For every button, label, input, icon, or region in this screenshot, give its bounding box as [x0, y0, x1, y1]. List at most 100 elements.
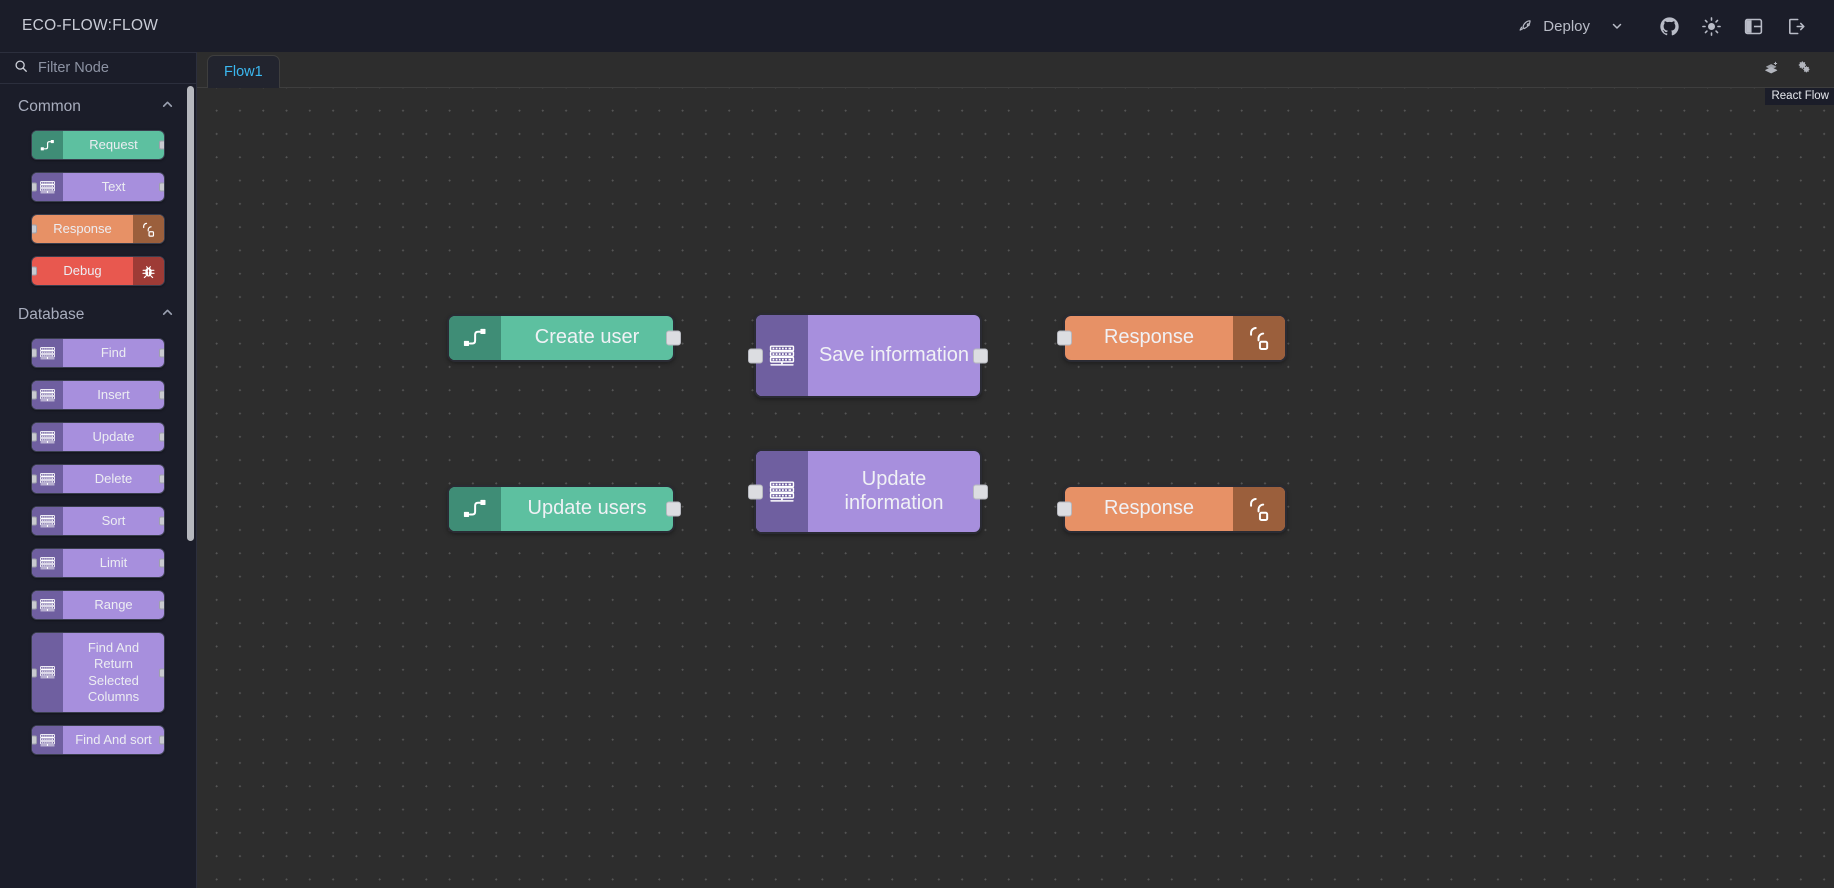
body-split: Common Request Text Response Debug Database Fi…	[0, 52, 1834, 888]
response-icon	[1233, 487, 1285, 531]
flow-settings-button[interactable]	[1790, 58, 1820, 84]
palette-node-label: Text	[101, 178, 126, 194]
rocket-icon	[1518, 18, 1535, 35]
flow-node-create-user[interactable]: Create user	[447, 314, 681, 362]
palette-node-item[interactable]: Delete	[0, 458, 196, 500]
palette-node-item[interactable]: Limit	[0, 542, 196, 584]
node-output-handle[interactable]	[159, 558, 164, 568]
palette-node-find[interactable]: Find	[31, 338, 165, 368]
palette-node-debug[interactable]: Debug	[31, 256, 165, 286]
palette-node-label: Update	[92, 428, 135, 444]
node-output-handle[interactable]	[159, 182, 164, 192]
palette-section-header-database[interactable]: Database	[0, 292, 196, 332]
node-input-handle[interactable]	[32, 668, 37, 677]
node-output-handle[interactable]	[159, 474, 164, 484]
node-input-handle[interactable]	[32, 735, 37, 745]
node-output-handle[interactable]	[159, 600, 164, 610]
node-input-handle[interactable]	[32, 348, 37, 358]
palette-node-item[interactable]: Range	[0, 584, 196, 626]
node-input-handle[interactable]	[32, 432, 37, 442]
palette-node-item[interactable]: Response	[0, 208, 196, 250]
flow-node-save-information[interactable]: Save information	[748, 313, 988, 398]
logout-button[interactable]	[1774, 7, 1816, 45]
node-output-handle[interactable]	[159, 140, 164, 150]
node-output-handle[interactable]	[666, 501, 681, 517]
palette-node-insert[interactable]: Insert	[31, 380, 165, 410]
palette-node-label: Find And sort	[75, 731, 152, 747]
node-output-handle[interactable]	[159, 668, 164, 677]
node-output-handle[interactable]	[159, 516, 164, 526]
flow-node-update-users[interactable]: Update users	[447, 485, 681, 533]
node-input-handle[interactable]	[32, 516, 37, 526]
node-output-handle[interactable]	[666, 330, 681, 346]
flow-node-body: Create user	[449, 316, 673, 360]
palette-node-item[interactable]: Find	[0, 332, 196, 374]
node-output-handle[interactable]	[159, 432, 164, 442]
palette-node-sort[interactable]: Sort	[31, 506, 165, 536]
palette-node-label: Sort	[101, 512, 126, 528]
palette-node-delete[interactable]: Delete	[31, 464, 165, 494]
node-output-handle[interactable]	[973, 484, 988, 499]
palette-node-item[interactable]: Sort	[0, 500, 196, 542]
palette-node-item[interactable]: Find And sort	[0, 719, 196, 761]
theme-toggle-button[interactable]	[1690, 7, 1732, 45]
sun-icon	[1701, 16, 1722, 37]
palette-section-title: Database	[18, 306, 85, 323]
palette-node-limit[interactable]: Limit	[31, 548, 165, 578]
node-output-handle[interactable]	[973, 348, 988, 363]
node-output-handle[interactable]	[159, 390, 164, 400]
chevron-up-icon	[161, 98, 174, 116]
node-input-handle[interactable]	[32, 600, 37, 610]
node-input-handle[interactable]	[1057, 501, 1072, 517]
deploy-dropdown-button[interactable]	[1600, 10, 1634, 42]
palette-node-response[interactable]: Response	[31, 214, 165, 244]
node-input-handle[interactable]	[32, 182, 37, 192]
node-input-handle[interactable]	[32, 224, 37, 234]
palette-node-request[interactable]: Request	[31, 130, 165, 160]
palette-node-item[interactable]: Insert	[0, 374, 196, 416]
logout-icon	[1785, 16, 1806, 37]
node-input-handle[interactable]	[748, 484, 763, 499]
palette-node-item[interactable]: Find And Return Selected Columns	[0, 626, 196, 719]
palette-node-label: Request	[89, 136, 138, 152]
flow-node-update-information[interactable]: Update information	[748, 449, 988, 534]
canvas-toolbar	[1756, 58, 1834, 87]
node-output-handle[interactable]	[159, 735, 164, 745]
node-input-handle[interactable]	[32, 558, 37, 568]
flow-node-label: Response	[1103, 497, 1195, 520]
flow-node-body: Save information	[756, 315, 980, 396]
tab-label: Flow1	[224, 64, 263, 80]
application-root: ECO-FLOW:FLOW Deploy Filter Node Common …	[0, 0, 1834, 888]
node-input-handle[interactable]	[748, 348, 763, 363]
node-output-handle[interactable]	[159, 348, 164, 358]
palette-node-update[interactable]: Update	[31, 422, 165, 452]
palette-node-item[interactable]: Update	[0, 416, 196, 458]
palette-node-find-and-sort[interactable]: Find And sort	[31, 725, 165, 755]
flow-canvas[interactable]: Create user Save information Response Updat…	[197, 88, 1834, 888]
add-layer-button[interactable]	[1756, 58, 1786, 84]
toggle-panel-button[interactable]	[1732, 7, 1774, 45]
github-link-button[interactable]	[1648, 7, 1690, 45]
node-input-handle[interactable]	[32, 474, 37, 484]
deploy-button[interactable]: Deploy	[1508, 12, 1600, 41]
palette-node-find-and-return-selected-columns[interactable]: Find And Return Selected Columns	[31, 632, 165, 713]
node-input-handle[interactable]	[32, 390, 37, 400]
palette-scroll-region[interactable]: Common Request Text Response Debug Database Fi…	[0, 84, 196, 888]
palette-node-item[interactable]: Debug	[0, 250, 196, 292]
flow-node-response[interactable]: Response	[1057, 485, 1287, 533]
palette-section-header-common[interactable]: Common	[0, 84, 196, 124]
flow-node-response[interactable]: Response	[1057, 314, 1287, 362]
sidebar-scrollbar-track[interactable]	[187, 84, 195, 888]
github-icon	[1659, 16, 1680, 37]
add-layer-icon	[1763, 60, 1780, 82]
palette-node-range[interactable]: Range	[31, 590, 165, 620]
react-flow-attribution[interactable]: React Flow	[1765, 88, 1834, 105]
palette-node-item[interactable]: Request	[0, 124, 196, 166]
sidebar-scrollbar-thumb[interactable]	[187, 86, 194, 541]
palette-node-text[interactable]: Text	[31, 172, 165, 202]
node-input-handle[interactable]	[32, 266, 37, 276]
node-input-handle[interactable]	[1057, 330, 1072, 346]
palette-node-item[interactable]: Text	[0, 166, 196, 208]
tab-flow1[interactable]: Flow1	[207, 55, 280, 88]
flow-node-label: Create user	[534, 326, 640, 349]
